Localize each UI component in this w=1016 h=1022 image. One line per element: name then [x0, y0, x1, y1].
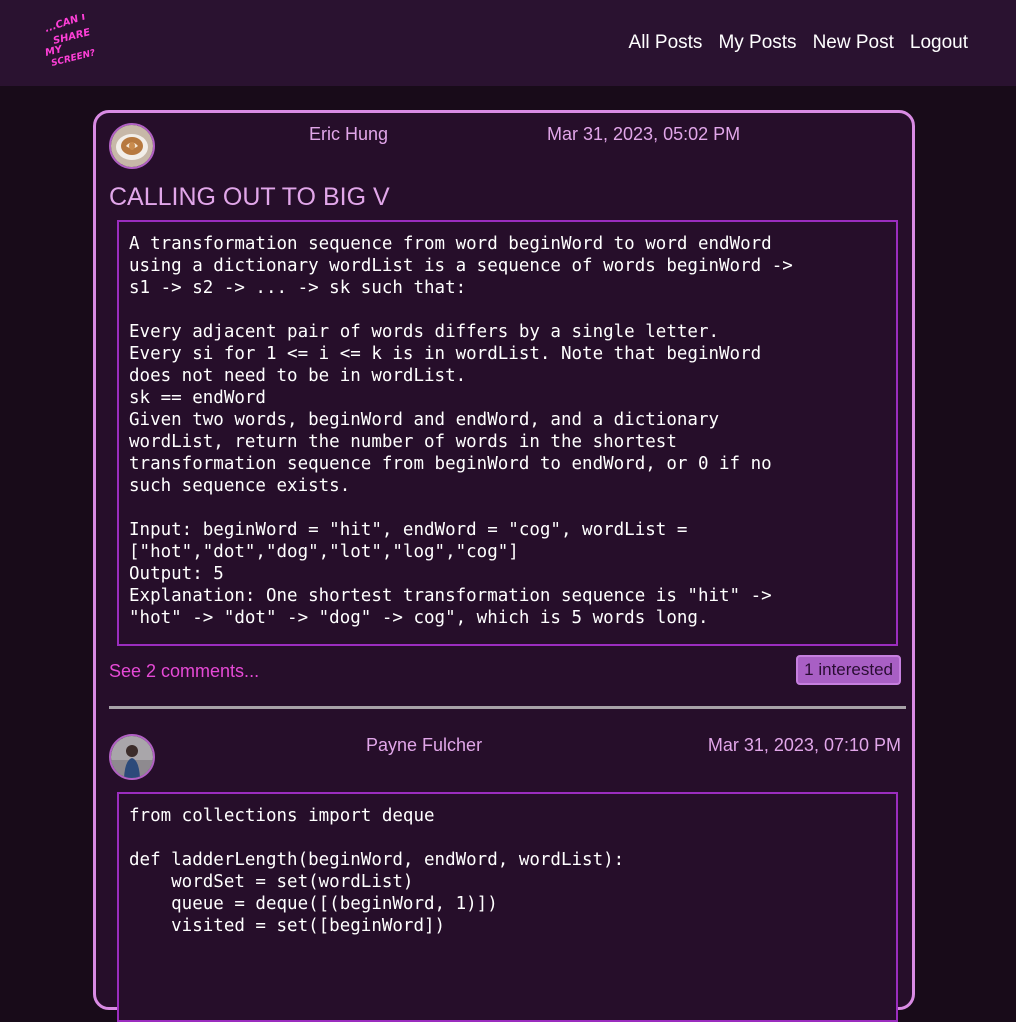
avatar[interactable]	[109, 123, 155, 169]
coffee-avatar-image	[111, 125, 153, 167]
post-date: Mar 31, 2023, 05:02 PM	[547, 124, 741, 144]
interested-badge[interactable]: 1 interested	[796, 655, 901, 685]
nav-new-post[interactable]: New Post	[813, 31, 894, 55]
post-divider	[109, 706, 906, 709]
post-date: Mar 31, 2023, 07:10 PM	[707, 735, 901, 755]
nav-logout[interactable]: Logout	[910, 31, 968, 55]
post-body: A transformation sequence from word begi…	[117, 220, 898, 646]
post-body-text: from collections import deque def ladder…	[129, 806, 625, 936]
navbar: ...CAN I SHARE MY SCREEN? All Posts My P…	[0, 0, 1016, 86]
app-logo[interactable]: ...CAN I SHARE MY SCREEN?	[38, 14, 108, 74]
post-body-text: A transformation sequence from word begi…	[129, 234, 793, 628]
nav-links: All Posts My Posts New Post Logout	[629, 31, 968, 55]
posts-card: Eric Hung Mar 31, 2023, 05:02 PM CALLING…	[93, 110, 915, 1022]
nav-my-posts[interactable]: My Posts	[718, 31, 796, 55]
person-avatar-image	[111, 736, 153, 778]
see-comments-link[interactable]: See 2 comments...	[109, 660, 259, 682]
avatar[interactable]	[109, 734, 155, 780]
nav-all-posts[interactable]: All Posts	[629, 31, 703, 55]
post-author: Eric Hung	[309, 124, 389, 144]
post-body: from collections import deque def ladder…	[117, 792, 898, 1022]
post-title: CALLING OUT TO BIG V	[109, 183, 390, 211]
post-author: Payne Fulcher	[366, 735, 483, 755]
